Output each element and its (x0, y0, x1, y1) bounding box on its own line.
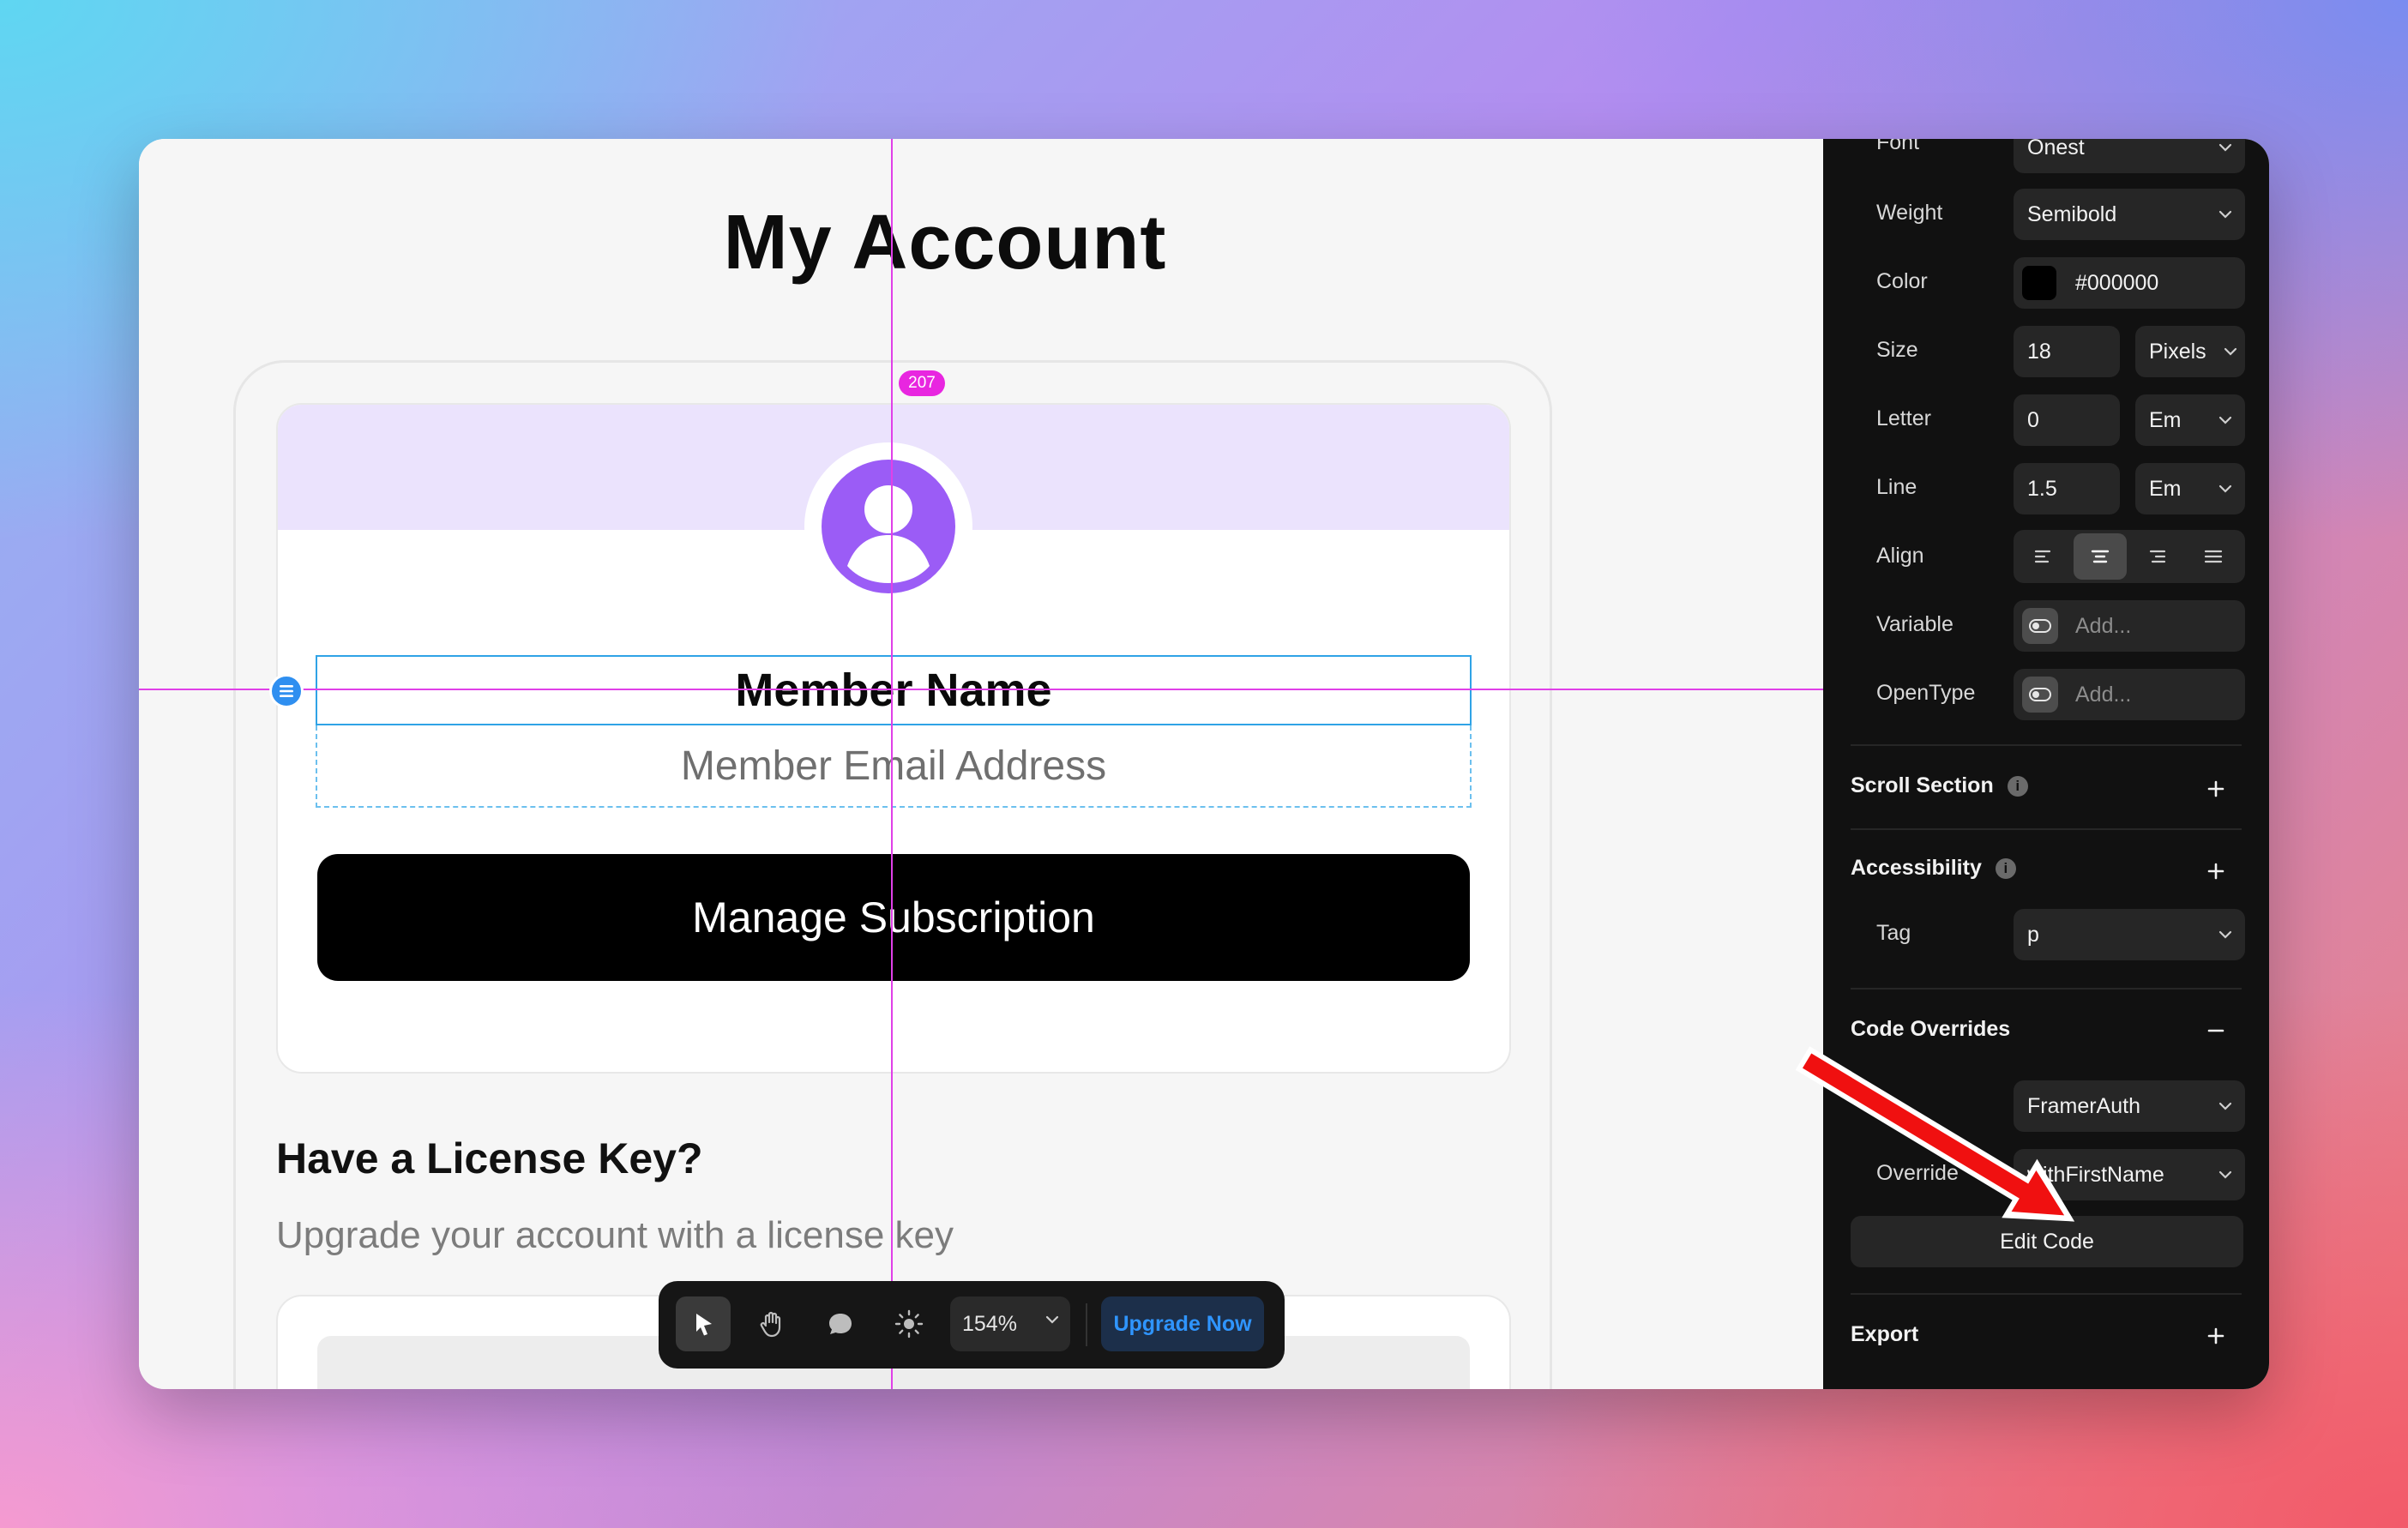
scroll-section-title: Scroll Section (1851, 773, 1994, 797)
distance-badge: 207 (899, 370, 945, 396)
font-value: Onest (2027, 139, 2085, 159)
variable-placeholder: Add... (2075, 613, 2132, 638)
line-input[interactable]: 1.5 (2014, 463, 2120, 514)
stack-handle-icon[interactable] (269, 674, 304, 708)
letter-unit-value: Em (2149, 407, 2182, 432)
size-label: Size (1876, 338, 1918, 362)
letter-label: Letter (1876, 406, 1931, 430)
align-justify-icon[interactable] (2187, 533, 2240, 580)
chevron-down-icon (2218, 1170, 2232, 1179)
app-window: My Account Member Name Member Email Addr… (139, 139, 2269, 1389)
font-select[interactable]: Onest (2014, 139, 2245, 173)
accessibility-title: Accessibility (1851, 856, 1982, 880)
select-tool-icon[interactable] (676, 1296, 731, 1351)
variable-field[interactable]: Add... (2014, 600, 2245, 652)
upgrade-now-button[interactable]: Upgrade Now (1101, 1296, 1264, 1351)
size-input[interactable]: 18 (2014, 326, 2120, 377)
align-left-icon[interactable] (2017, 533, 2070, 580)
color-value: #000000 (2075, 270, 2159, 295)
line-value: 1.5 (2027, 476, 2057, 501)
plus-icon (2207, 863, 2224, 880)
section-divider (1851, 988, 2242, 990)
bottom-toolbar: 154% Upgrade Now (659, 1281, 1285, 1369)
chevron-down-icon (2218, 930, 2232, 939)
letter-value: 0 (2027, 407, 2039, 432)
scroll-section-header: Scroll Section i (1851, 773, 2028, 798)
user-icon (847, 485, 930, 583)
tag-label: Tag (1876, 921, 1911, 945)
chevron-down-icon (2218, 416, 2232, 424)
zoom-value: 154% (962, 1311, 1017, 1336)
hand-tool-icon[interactable] (744, 1296, 799, 1351)
chevron-down-icon (2218, 143, 2232, 152)
member-name-text[interactable]: Member Name (316, 655, 1472, 725)
section-divider (1851, 744, 2242, 746)
font-label: Font (1876, 139, 1920, 154)
weight-value: Semibold (2027, 202, 2117, 226)
horizontal-guide-line (139, 689, 1823, 690)
design-canvas[interactable]: My Account Member Name Member Email Addr… (139, 139, 1823, 1389)
page-title[interactable]: My Account (139, 199, 1751, 287)
size-value: 18 (2027, 339, 2051, 364)
member-email-text[interactable]: Member Email Address (316, 725, 1472, 808)
opentype-field[interactable]: Add... (2014, 669, 2245, 720)
vertical-guide-line (891, 139, 893, 1389)
toggle-icon (2022, 677, 2058, 713)
export-title: Export (1851, 1322, 1919, 1346)
manage-subscription-button[interactable]: Manage Subscription (317, 854, 1470, 981)
toggle-icon (2022, 608, 2058, 644)
accessibility-header: Accessibility i (1851, 856, 2016, 881)
weight-label: Weight (1876, 201, 1943, 225)
letter-unit-select[interactable]: Em (2135, 394, 2245, 446)
size-unit-value: Pixels (2149, 339, 2206, 364)
size-unit-select[interactable]: Pixels (2135, 326, 2245, 377)
minus-icon (2207, 1029, 2224, 1032)
annotation-arrow-icon (1795, 1046, 2075, 1222)
comment-icon[interactable] (813, 1296, 868, 1351)
tag-select[interactable]: p (2014, 909, 2245, 960)
color-swatch[interactable] (2022, 266, 2056, 300)
line-label: Line (1876, 475, 1917, 499)
align-label: Align (1876, 544, 1924, 568)
tag-value: p (2027, 922, 2039, 947)
collapse-code-overrides-button[interactable] (2199, 1014, 2233, 1048)
avatar[interactable] (822, 460, 955, 593)
section-divider (1851, 828, 2242, 830)
export-header: Export (1851, 1322, 1918, 1347)
chevron-down-icon (2224, 347, 2237, 356)
add-export-button[interactable] (2199, 1319, 2233, 1353)
add-accessibility-button[interactable] (2199, 854, 2233, 888)
chevron-down-icon (2218, 484, 2232, 493)
toolbar-divider (1086, 1303, 1087, 1346)
line-unit-value: Em (2149, 476, 2182, 501)
variable-label: Variable (1876, 612, 1953, 636)
weight-select[interactable]: Semibold (2014, 189, 2245, 240)
align-center-icon[interactable] (2074, 533, 2127, 580)
zoom-select[interactable]: 154% (950, 1296, 1070, 1351)
license-heading[interactable]: Have a License Key? (276, 1134, 703, 1183)
plus-icon (2207, 780, 2224, 797)
letter-input[interactable]: 0 (2014, 394, 2120, 446)
line-unit-select[interactable]: Em (2135, 463, 2245, 514)
chevron-down-icon (1045, 1315, 1059, 1324)
opentype-label: OpenType (1876, 681, 1976, 705)
info-icon[interactable]: i (1995, 857, 2016, 879)
theme-toggle-icon[interactable] (882, 1296, 936, 1351)
chevron-down-icon (2218, 1102, 2232, 1110)
opentype-placeholder: Add... (2075, 682, 2132, 707)
add-scroll-section-button[interactable] (2199, 772, 2233, 806)
info-icon[interactable]: i (2007, 775, 2028, 797)
align-segmented-control (2014, 530, 2245, 583)
license-subheading[interactable]: Upgrade your account with a license key (276, 1214, 954, 1257)
color-label: Color (1876, 269, 1928, 293)
align-right-icon[interactable] (2130, 533, 2183, 580)
plus-icon (2207, 1327, 2224, 1345)
chevron-down-icon (2218, 210, 2232, 219)
color-field[interactable]: #000000 (2014, 257, 2245, 309)
